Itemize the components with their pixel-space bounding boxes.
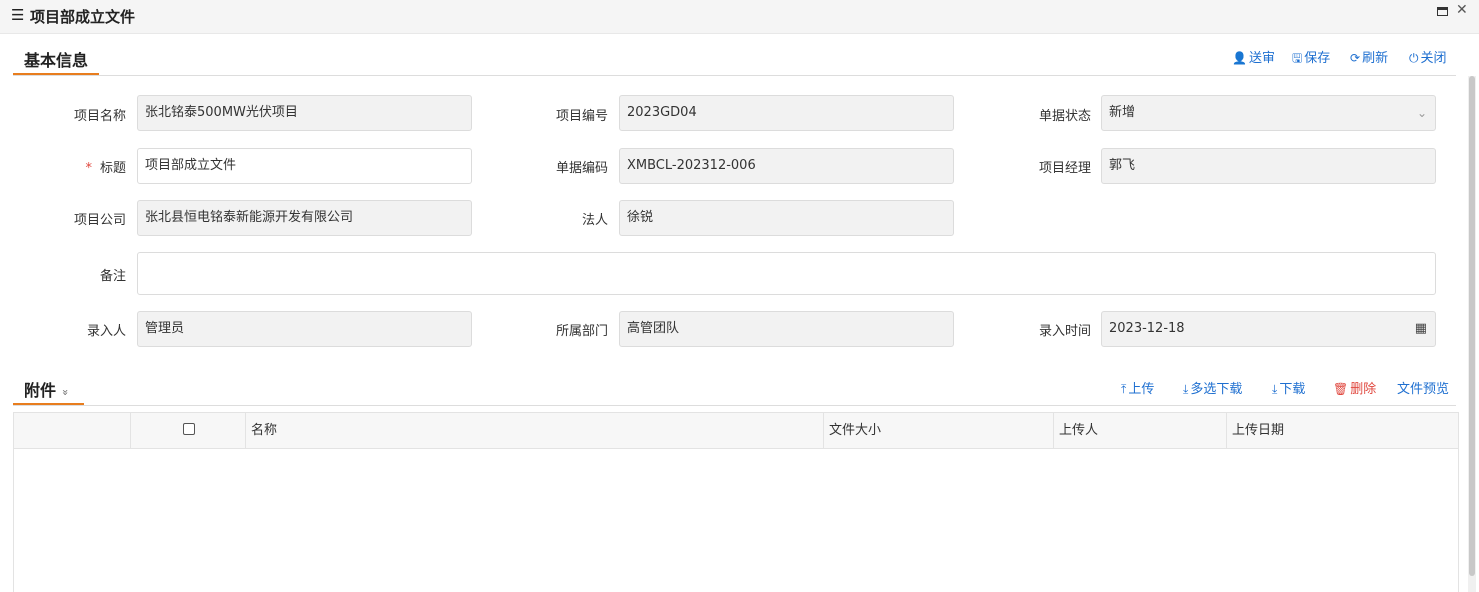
menu-icon[interactable]: ☰ [11, 6, 24, 24]
download-label: 下载 [1279, 382, 1306, 397]
close-window-icon[interactable]: ✕ [1456, 2, 1468, 18]
title-label: 标题 [99, 161, 126, 176]
department-field[interactable]: 高管团队 [619, 311, 954, 347]
required-mark: * [85, 161, 92, 176]
save-label: 保存 [1304, 51, 1331, 66]
delete-label: 删除 [1350, 382, 1377, 397]
refresh-icon: ⟳ [1350, 51, 1361, 65]
delete-button[interactable]: 🗑 删除 [1333, 378, 1376, 397]
legal-person-label: 法人 [581, 213, 608, 228]
refresh-label: 刷新 [1362, 51, 1389, 66]
col-upload-date[interactable]: 上传日期 [1226, 413, 1458, 449]
entered-time-field[interactable]: 2023-12-18 ▦ [1101, 311, 1436, 347]
submit-review-label: 送审 [1248, 51, 1275, 66]
title-label-wrap: * 标题 [40, 157, 126, 176]
multi-download-label: 多选下载 [1190, 382, 1243, 397]
project-name-label: 项目名称 [73, 109, 126, 124]
entered-time-label: 录入时间 [1038, 324, 1091, 339]
window-title: 项目部成立文件 [30, 8, 136, 26]
attachments-title: 附件 » [24, 377, 71, 401]
doc-status-label: 单据状态 [1038, 109, 1091, 124]
save-icon: 🖫 [1292, 51, 1303, 65]
remark-label: 备注 [99, 269, 126, 284]
project-manager-label: 项目经理 [1038, 161, 1091, 176]
project-code-field[interactable]: 2023GD04 [619, 95, 954, 131]
attachments-grid: 名称 文件大小 上传人 上传日期 [13, 412, 1459, 592]
remark-input[interactable] [137, 252, 1436, 295]
vertical-scrollbar[interactable] [1468, 76, 1476, 592]
project-code-label: 项目编号 [555, 109, 608, 124]
grid-header: 名称 文件大小 上传人 上传日期 [14, 413, 1458, 449]
trash-icon: 🗑 [1333, 382, 1349, 396]
entered-by-label: 录入人 [86, 324, 126, 339]
download-button[interactable]: ⤓ 下载 [1272, 378, 1305, 397]
calendar-icon[interactable]: ▦ [1415, 312, 1427, 346]
upload-label: 上传 [1128, 382, 1155, 397]
legal-person-field[interactable]: 徐锐 [619, 200, 954, 236]
attachments-divider [13, 405, 1456, 406]
maximize-icon[interactable] [1437, 7, 1448, 16]
col-select [130, 413, 245, 449]
doc-status-select[interactable]: 新增 ⌄ [1101, 95, 1436, 131]
close-button[interactable]: ⏻ 关闭 [1409, 47, 1447, 66]
title-bar: ☰ 项目部成立文件 ✕ [0, 0, 1479, 34]
col-name[interactable]: 名称 [245, 413, 823, 449]
title-input[interactable]: 项目部成立文件 [137, 148, 472, 184]
basic-info-divider [13, 75, 1456, 76]
power-icon: ⏻ [1409, 51, 1419, 65]
company-field[interactable]: 张北县恒电铭泰新能源开发有限公司 [137, 200, 472, 236]
company-label: 项目公司 [73, 213, 126, 228]
doc-code-label: 单据编码 [555, 161, 608, 176]
download-icon: ⤓ [1183, 382, 1189, 396]
preview-label: 文件预览 [1397, 382, 1450, 397]
entered-time-value: 2023-12-18 [1109, 321, 1185, 336]
basic-info-title: 基本信息 [24, 51, 89, 70]
col-size[interactable]: 文件大小 [823, 413, 1053, 449]
download-icon: ⤓ [1272, 382, 1278, 396]
collapse-icon[interactable]: » [58, 389, 71, 396]
multi-download-button[interactable]: ⤓ 多选下载 [1183, 378, 1242, 397]
doc-code-field[interactable]: XMBCL-202312-006 [619, 148, 954, 184]
preview-button[interactable]: 文件预览 [1397, 378, 1449, 397]
user-check-icon: 👤 [1232, 51, 1247, 65]
project-manager-field[interactable]: 郭飞 [1101, 148, 1436, 184]
department-label: 所属部门 [555, 324, 608, 339]
attachments-title-text: 附件 [24, 381, 57, 400]
project-name-field[interactable]: 张北铭泰500MW光伏项目 [137, 95, 472, 131]
upload-icon: ⤒ [1121, 382, 1127, 396]
document-window: ☰ 项目部成立文件 ✕ 基本信息 👤 送审 🖫 保存 ⟳ 刷新 ⏻ 关闭 项目名称 张北… [0, 0, 1479, 592]
chevron-down-icon: ⌄ [1416, 106, 1427, 120]
col-rownum [14, 413, 130, 449]
upload-button[interactable]: ⤒ 上传 [1121, 378, 1154, 397]
select-all-checkbox[interactable] [183, 423, 195, 435]
col-uploader[interactable]: 上传人 [1053, 413, 1226, 449]
save-button[interactable]: 🖫 保存 [1292, 47, 1330, 70]
scrollbar-thumb[interactable] [1469, 76, 1475, 576]
entered-by-field[interactable]: 管理员 [137, 311, 472, 347]
close-label: 关闭 [1420, 51, 1447, 66]
doc-status-value: 新增 [1109, 105, 1136, 120]
submit-review-button[interactable]: 👤 送审 [1232, 47, 1275, 66]
refresh-button[interactable]: ⟳ 刷新 [1350, 47, 1388, 66]
